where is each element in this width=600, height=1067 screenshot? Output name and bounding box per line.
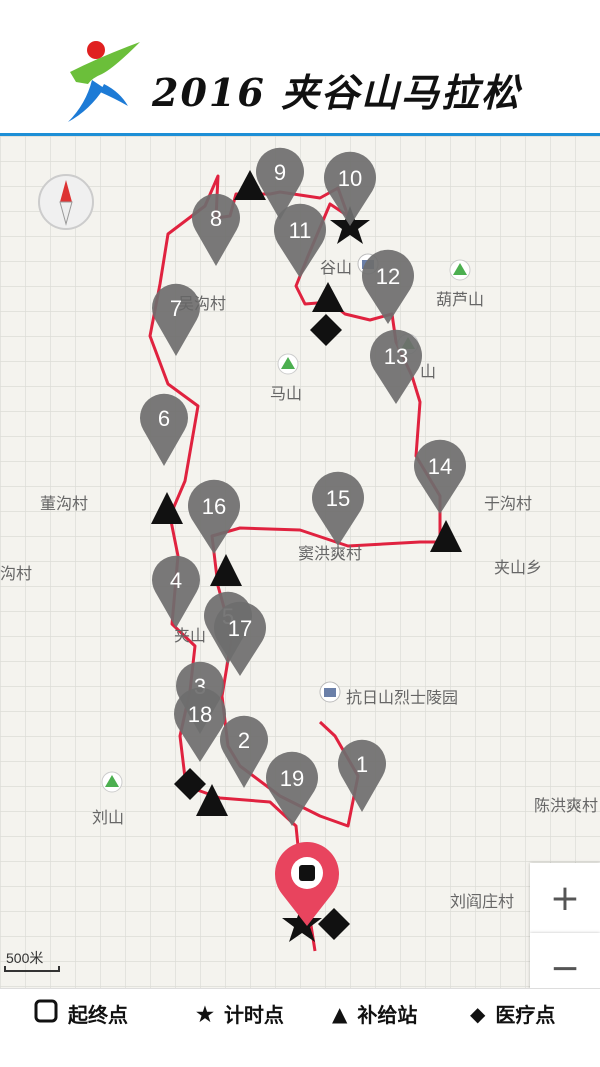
legend: 起终点 ★ 计时点 ▲ 补给站 ◆ 医疗点	[0, 988, 600, 1067]
mountain-icon	[277, 353, 299, 375]
km-marker-label: 19	[280, 766, 304, 791]
mountain-icon	[449, 259, 471, 281]
supply-station-icon: ▲	[332, 1001, 348, 1026]
km-marker-label: 11	[289, 218, 312, 243]
km-marker-label: 2	[238, 728, 250, 753]
runner-logo	[68, 41, 140, 122]
medical-point-icon: ◆	[470, 1001, 486, 1026]
mountain-icon	[101, 771, 123, 793]
landmark-icon	[319, 681, 341, 703]
place-label: 陈洪爽村	[534, 798, 599, 815]
legend-supply: ▲ 补给站	[332, 999, 417, 1028]
place-label: 抗日山烈士陵园	[346, 690, 459, 707]
legend-medical: ◆ 医疗点	[470, 999, 555, 1028]
km-marker-label: 9	[274, 160, 286, 185]
km-marker-label: 15	[326, 486, 350, 511]
legend-label: 补给站	[357, 1003, 418, 1027]
map-view[interactable]: 12345678910111213141516171819 吴沟村 马山 董沟村…	[0, 136, 600, 988]
km-marker-label: 12	[376, 264, 400, 289]
legend-label: 医疗点	[495, 1003, 556, 1027]
km-marker-label: 4	[170, 568, 182, 593]
zoom-in-button[interactable]: +	[530, 863, 600, 933]
scale-bar	[4, 966, 60, 972]
legend-label: 计时点	[223, 1003, 284, 1027]
place-label: 谷山	[320, 260, 353, 277]
page-title: 2016 夹谷山马拉松	[152, 70, 521, 115]
place-label: 刘阎庄村	[450, 894, 515, 911]
place-label: 沟村	[0, 566, 33, 583]
timing-point-icon: ★	[196, 1001, 214, 1026]
place-label: 吴沟村	[178, 296, 227, 313]
place-label: 葫芦山	[436, 292, 485, 309]
km-marker-label: 14	[428, 454, 452, 479]
km-marker-label: 10	[338, 166, 362, 191]
legend-timing: ★ 计时点	[196, 999, 284, 1028]
legend-start-finish: 起终点	[34, 999, 128, 1028]
km-marker-label: 16	[202, 494, 226, 519]
place-label: 董沟村	[40, 496, 89, 513]
place-label: 夹山乡	[494, 560, 543, 577]
place-label: 夹山	[174, 628, 207, 645]
compass-icon[interactable]	[38, 174, 94, 230]
zoom-out-button[interactable]: −	[530, 933, 600, 988]
km-marker-label: 1	[356, 752, 368, 777]
km-marker-label: 13	[384, 344, 408, 369]
place-label: 山	[420, 364, 437, 381]
scale-label: 500米	[6, 950, 44, 966]
place-label: 于沟村	[484, 496, 533, 513]
header: 2016 夹谷山马拉松	[0, 0, 600, 134]
place-label: 窦洪爽村	[298, 546, 363, 563]
km-marker-label: 6	[158, 406, 170, 431]
start-finish-icon	[34, 999, 58, 1028]
place-label: 马山	[270, 386, 303, 403]
km-marker-label: 8	[210, 206, 222, 231]
km-marker-label: 18	[188, 702, 212, 727]
km-marker-label: 17	[228, 616, 252, 641]
legend-label: 起终点	[68, 1003, 128, 1027]
place-label: 刘山	[92, 810, 125, 827]
